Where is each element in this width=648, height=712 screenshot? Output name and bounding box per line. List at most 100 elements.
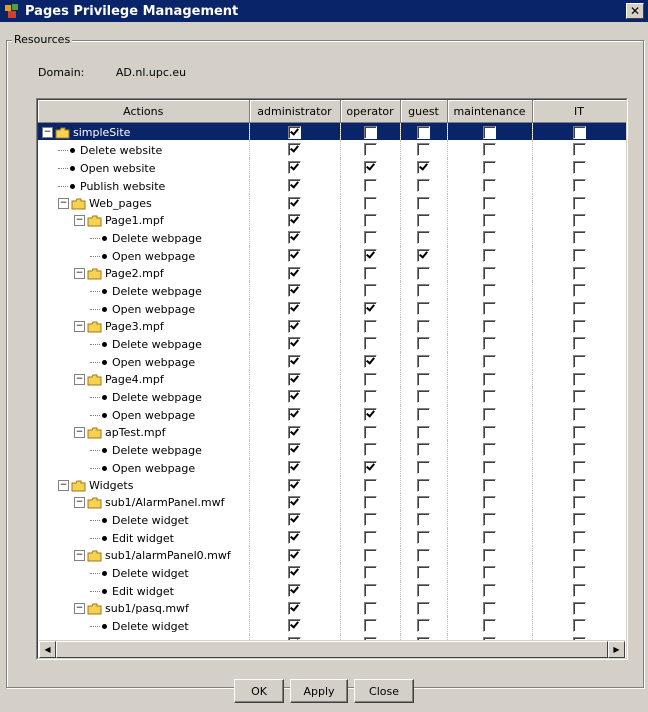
table-row[interactable]: − Page3.mpf — [38, 317, 626, 334]
tree-node[interactable]: − sub1/pasq.mwf — [38, 599, 249, 616]
table-row[interactable]: Delete widget — [38, 616, 626, 634]
table-row[interactable]: Open webpage — [38, 299, 626, 317]
collapse-toggle-icon[interactable]: − — [58, 198, 69, 209]
tree-node[interactable]: Delete widget — [38, 510, 249, 528]
tree-node[interactable]: Delete webpage — [38, 281, 249, 299]
close-window-button[interactable]: ✕ — [626, 3, 644, 19]
permission-checkbox-guest[interactable] — [417, 372, 430, 386]
collapse-toggle-icon[interactable]: − — [74, 427, 85, 438]
permission-checkbox-maintenance[interactable] — [483, 231, 496, 244]
permission-checkbox-IT[interactable] — [572, 478, 586, 492]
permission-checkbox-operator[interactable] — [363, 125, 377, 139]
permission-checkbox-maintenance[interactable] — [483, 161, 496, 174]
tree-node[interactable]: Open website — [38, 158, 249, 176]
permission-checkbox-IT[interactable] — [572, 425, 586, 439]
collapse-toggle-icon[interactable]: − — [74, 268, 85, 279]
tree-node[interactable]: − sub1/AlarmPanel.mwf — [38, 493, 249, 510]
permission-checkbox-operator[interactable] — [363, 513, 377, 526]
permission-checkbox-administrator[interactable] — [288, 231, 301, 244]
permission-checkbox-guest[interactable] — [417, 461, 430, 474]
table-row[interactable]: − Widgets — [38, 476, 626, 493]
column-header-2[interactable]: operator — [340, 100, 401, 123]
permission-checkbox-IT[interactable] — [572, 548, 586, 562]
table-row[interactable]: Delete webpage — [38, 334, 626, 352]
permission-checkbox-IT[interactable] — [572, 213, 586, 227]
tree-node[interactable]: Delete webpage — [38, 334, 249, 352]
permission-checkbox-maintenance[interactable] — [483, 319, 496, 333]
scroll-thumb[interactable] — [56, 641, 608, 658]
permission-checkbox-guest[interactable] — [417, 478, 430, 492]
tree-node[interactable]: − Widgets — [38, 476, 249, 493]
table-row[interactable]: Edit widget — [38, 581, 626, 599]
permission-checkbox-maintenance[interactable] — [483, 355, 496, 368]
permission-checkbox-IT[interactable] — [572, 284, 586, 297]
permission-checkbox-operator[interactable] — [363, 619, 377, 632]
permission-checkbox-guest[interactable] — [417, 179, 430, 192]
tree-node[interactable]: − Page4.mpf — [38, 370, 249, 387]
permission-checkbox-administrator[interactable] — [288, 531, 301, 544]
permission-checkbox-maintenance[interactable] — [483, 196, 496, 210]
tree-node[interactable]: − Page1.mpf — [38, 211, 249, 228]
permission-checkbox-guest[interactable] — [417, 601, 430, 615]
permission-checkbox-administrator[interactable] — [288, 213, 301, 227]
permission-checkbox-maintenance[interactable] — [483, 179, 496, 192]
collapse-toggle-icon[interactable]: − — [74, 321, 85, 332]
permission-checkbox-administrator[interactable] — [288, 408, 301, 421]
permission-checkbox-operator[interactable] — [363, 161, 377, 174]
permission-checkbox-operator[interactable] — [363, 566, 377, 579]
permission-checkbox-administrator[interactable] — [288, 584, 301, 597]
permission-checkbox-guest[interactable] — [417, 249, 430, 262]
permission-checkbox-administrator[interactable] — [288, 143, 301, 156]
permission-checkbox-administrator[interactable] — [288, 425, 301, 439]
permission-checkbox-guest[interactable] — [417, 231, 430, 244]
permission-checkbox-maintenance[interactable] — [483, 548, 496, 562]
permission-checkbox-maintenance[interactable] — [483, 478, 496, 492]
permission-checkbox-operator[interactable] — [363, 425, 377, 439]
permission-checkbox-operator[interactable] — [363, 196, 377, 210]
permission-checkbox-administrator[interactable] — [288, 461, 301, 474]
collapse-toggle-icon[interactable]: − — [74, 550, 85, 561]
permission-checkbox-operator[interactable] — [363, 390, 377, 403]
permission-checkbox-IT[interactable] — [572, 337, 586, 350]
permission-checkbox-operator[interactable] — [363, 231, 377, 244]
column-header-4[interactable]: maintenance — [447, 100, 533, 123]
table-row[interactable]: Open webpage — [38, 405, 626, 423]
permission-checkbox-IT[interactable] — [572, 266, 586, 280]
scroll-left-button[interactable]: ◀ — [39, 641, 56, 658]
permission-checkbox-maintenance[interactable] — [483, 408, 496, 421]
tree-node[interactable]: Edit widget — [38, 528, 249, 546]
tree-node[interactable]: − Page2.mpf — [38, 264, 249, 281]
permission-checkbox-maintenance[interactable] — [483, 619, 496, 632]
permission-checkbox-administrator[interactable] — [288, 249, 301, 262]
tree-node[interactable]: − Web_pages — [38, 194, 249, 211]
tree-node[interactable]: Publish website — [38, 176, 249, 194]
permission-checkbox-guest[interactable] — [417, 319, 430, 333]
permission-checkbox-IT[interactable] — [572, 125, 586, 139]
tree-node[interactable]: Delete website — [38, 140, 249, 158]
permission-checkbox-operator[interactable] — [363, 337, 377, 350]
permission-checkbox-administrator[interactable] — [288, 443, 301, 456]
permission-checkbox-operator[interactable] — [363, 461, 377, 474]
tree-node[interactable]: Open webpage — [38, 405, 249, 423]
scroll-right-button[interactable]: ▶ — [608, 641, 625, 658]
permission-checkbox-IT[interactable] — [572, 249, 586, 262]
permission-checkbox-operator[interactable] — [363, 213, 377, 227]
permission-checkbox-IT[interactable] — [572, 319, 586, 333]
permission-checkbox-maintenance[interactable] — [483, 249, 496, 262]
permission-checkbox-operator[interactable] — [363, 355, 377, 368]
tree-node[interactable]: Delete widget — [38, 563, 249, 581]
permission-checkbox-IT[interactable] — [572, 443, 586, 456]
collapse-toggle-icon[interactable]: − — [74, 215, 85, 226]
permission-checkbox-guest[interactable] — [417, 584, 430, 597]
table-row[interactable]: Delete webpage — [38, 228, 626, 246]
permission-checkbox-guest[interactable] — [417, 548, 430, 562]
permission-checkbox-administrator[interactable] — [288, 601, 301, 615]
permission-checkbox-IT[interactable] — [572, 231, 586, 244]
permission-checkbox-IT[interactable] — [572, 390, 586, 403]
column-header-0[interactable]: Actions — [38, 100, 250, 123]
permission-checkbox-maintenance[interactable] — [483, 443, 496, 456]
permission-checkbox-IT[interactable] — [572, 196, 586, 210]
permission-checkbox-maintenance[interactable] — [483, 266, 496, 280]
permission-checkbox-operator[interactable] — [363, 495, 377, 509]
table-row[interactable]: − sub1/pasq.mwf — [38, 599, 626, 616]
